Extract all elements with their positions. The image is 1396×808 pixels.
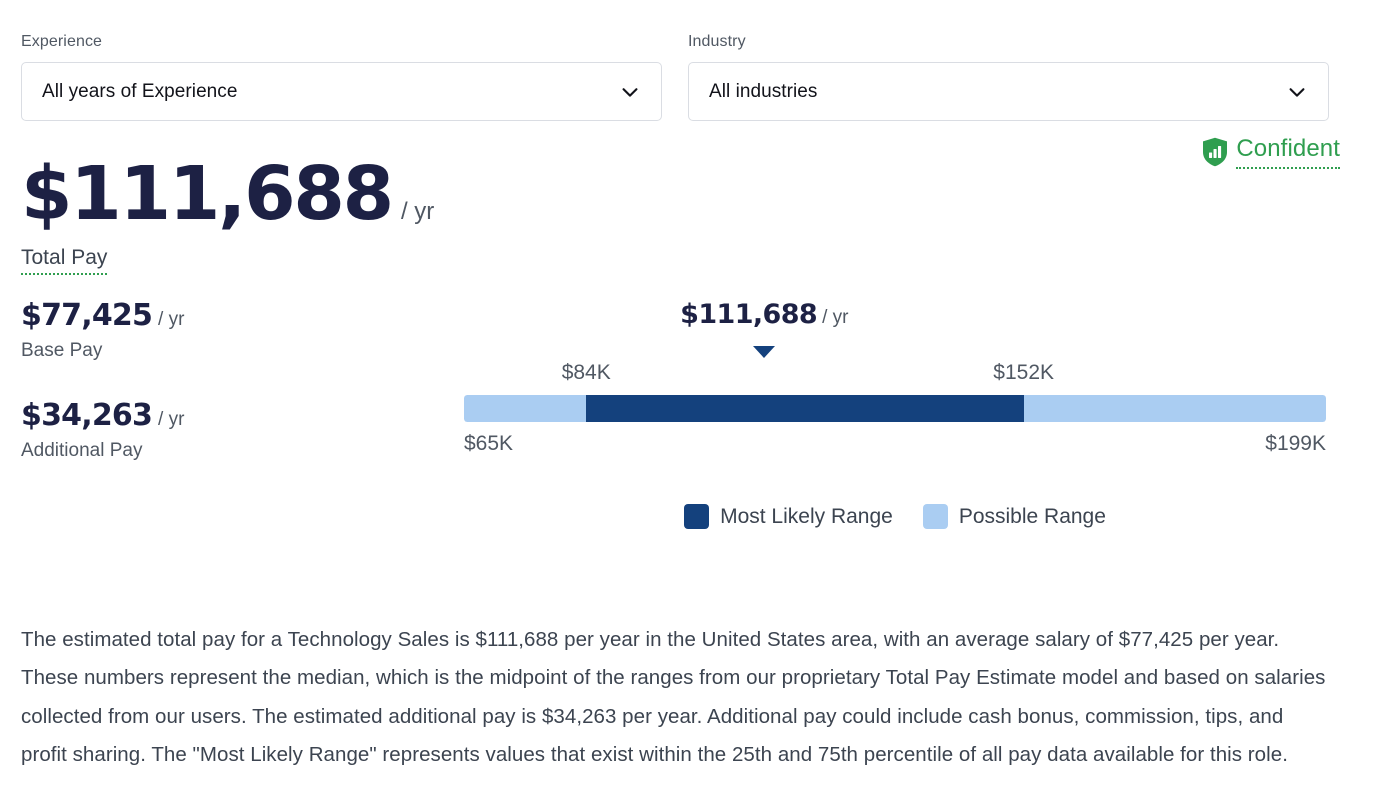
total-pay-headline: $111,688 / yr [21,155,1374,233]
experience-label: Experience [21,32,662,52]
likely-high-label: $152K [993,361,1054,385]
legend-swatch-possible [923,504,948,529]
confidence-badge[interactable]: Confident [1202,135,1340,169]
total-pay-period: / yr [401,198,434,226]
legend-label-possible: Possible Range [959,505,1106,529]
down-triangle-marker [753,346,775,358]
most-likely-range-bar [586,395,1023,422]
filter-industry: Industry All industries [688,32,1329,121]
additional-pay-label: Additional Pay [21,439,421,463]
median-amount: $111,688 [680,299,817,330]
range-outer-labels: $65K $199K [464,432,1326,462]
median-label: $111,688 / yr [680,299,848,330]
filters-row: Experience All years of Experience Indus… [0,0,1396,121]
pay-breakdown: $77,425 / yr Base Pay $34,263 / yr Addit… [21,299,421,499]
axis-max-label: $199K [1265,432,1326,456]
range-bar [464,395,1326,422]
base-pay-label: Base Pay [21,339,421,363]
industry-select-value: All industries [709,81,817,103]
base-pay-period: / yr [158,309,184,331]
base-pay-row: $77,425 / yr [21,299,421,333]
base-pay-block: $77,425 / yr Base Pay [21,299,421,363]
total-pay-link[interactable]: Total Pay [21,246,107,275]
legend-item-most-likely: Most Likely Range [684,504,893,529]
axis-min-label: $65K [464,432,513,456]
legend-item-possible: Possible Range [923,504,1106,529]
additional-pay-amount: $34,263 [21,399,152,433]
total-pay-amount: $111,688 [21,155,392,233]
pay-description: The estimated total pay for a Technology… [21,621,1331,775]
chevron-down-icon [619,81,641,103]
shield-bar-chart-icon [1202,137,1228,167]
base-pay-amount: $77,425 [21,299,152,333]
confidence-label: Confident [1236,135,1340,169]
range-inner-labels: $84K $152K [464,361,1326,391]
median-period: / yr [822,307,848,329]
industry-select[interactable]: All industries [688,62,1329,121]
additional-pay-row: $34,263 / yr [21,399,421,433]
median-marker-group: $111,688 / yr [464,299,1326,361]
legend-swatch-most-likely [684,504,709,529]
chart-legend: Most Likely Range Possible Range [464,504,1326,529]
filter-experience: Experience All years of Experience [21,32,662,121]
headline-section: $111,688 / yr Total Pay Confident [0,121,1396,275]
industry-label: Industry [688,32,1329,52]
chevron-down-icon [1286,81,1308,103]
pay-details-section: $77,425 / yr Base Pay $34,263 / yr Addit… [0,299,1396,549]
additional-pay-block: $34,263 / yr Additional Pay [21,399,421,463]
experience-select[interactable]: All years of Experience [21,62,662,121]
experience-select-value: All years of Experience [42,81,237,103]
additional-pay-period: / yr [158,409,184,431]
likely-low-label: $84K [562,361,611,385]
salary-range-chart: $111,688 / yr $84K $152K $65K $199K [464,299,1326,462]
legend-label-most-likely: Most Likely Range [720,505,893,529]
